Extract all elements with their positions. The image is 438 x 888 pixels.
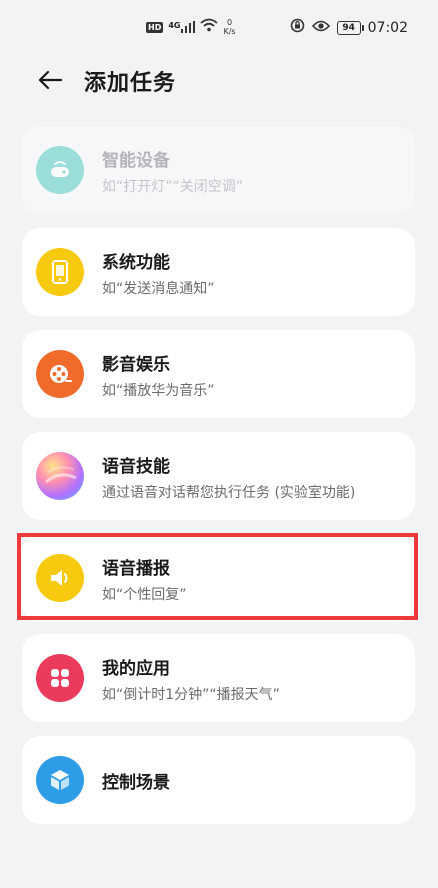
task-title: 系统功能: [102, 253, 170, 273]
smart-device-icon: [36, 146, 84, 194]
task-subtitle: 如“打开灯”“关闭空调”: [102, 179, 244, 195]
task-title: 影音娱乐: [102, 355, 170, 375]
cube-icon: [36, 756, 84, 804]
task-subtitle: 如“发送消息通知”: [102, 281, 215, 297]
film-reel-icon: [36, 350, 84, 398]
task-smart-device: 智能设备 如“打开灯”“关闭空调”: [22, 126, 415, 214]
signal-icon: 4G: [168, 21, 196, 33]
task-title: 语音技能: [102, 457, 170, 477]
clock: 07:02: [367, 19, 408, 36]
task-control-scene[interactable]: 控制场景: [22, 736, 415, 824]
task-system-function[interactable]: 系统功能 如“发送消息通知”: [22, 228, 415, 316]
task-voice-broadcast[interactable]: 语音播报 如“个性回复”: [22, 534, 415, 622]
apps-grid-icon: [36, 654, 84, 702]
page-title: 添加任务: [84, 71, 177, 96]
task-title: 智能设备: [102, 151, 170, 171]
hd-badge: HD: [146, 21, 164, 33]
task-title: 我的应用: [102, 659, 170, 679]
task-media-entertainment[interactable]: 影音娱乐 如“播放华为音乐”: [22, 330, 415, 418]
net-speed: 0 K/s: [223, 18, 235, 36]
task-voice-skill[interactable]: 语音技能 通过语音对话帮您执行任务 (实验室功能): [22, 432, 415, 520]
task-subtitle: 如“倒计时1分钟”“播报天气”: [102, 687, 280, 703]
back-button[interactable]: [30, 64, 70, 96]
back-arrow-icon: [38, 70, 63, 90]
speaker-icon: [36, 554, 84, 602]
signal-type-label: 4G: [168, 21, 181, 30]
eye-comfort-icon: [311, 20, 330, 36]
net-speed-value: 0: [226, 18, 233, 27]
task-subtitle: 通过语音对话帮您执行任务 (实验室功能): [102, 485, 356, 501]
task-title: 控制场景: [102, 773, 170, 793]
tablet-icon: [36, 248, 84, 296]
status-bar: HD 4G 0 K/s 94 07:02: [0, 0, 438, 56]
wifi-icon: [200, 18, 219, 36]
voice-assistant-orb-icon: [36, 452, 84, 500]
task-title: 语音播报: [102, 559, 170, 579]
rotation-lock-icon: [290, 18, 305, 37]
task-subtitle: 如“个性回复”: [102, 587, 187, 603]
task-subtitle: 如“播放华为音乐”: [102, 383, 215, 399]
net-speed-unit: K/s: [223, 27, 236, 36]
header: 添加任务: [0, 56, 438, 104]
task-my-apps[interactable]: 我的应用 如“倒计时1分钟”“播报天气”: [22, 634, 415, 722]
battery-indicator: 94: [336, 20, 364, 35]
